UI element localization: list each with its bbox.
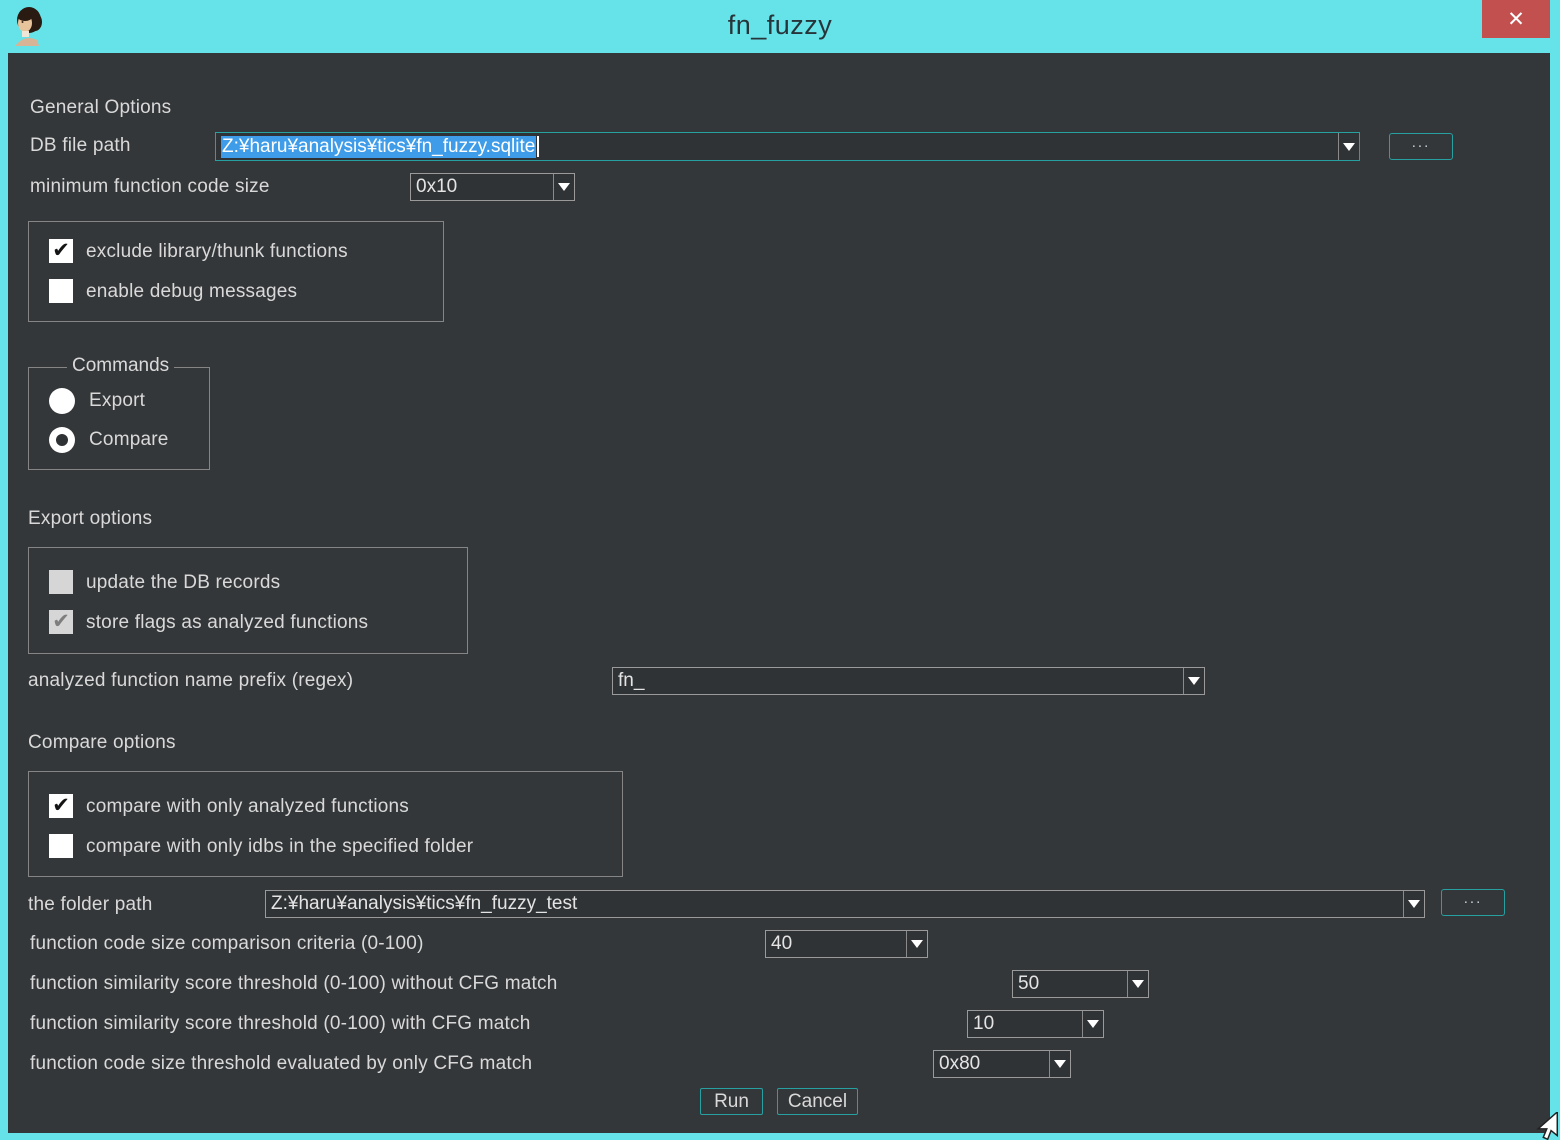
db-file-path-label: DB file path bbox=[30, 135, 131, 157]
folder-path-label: the folder path bbox=[28, 894, 152, 916]
criteria-0-value: 40 bbox=[766, 931, 906, 957]
store-flags-label[interactable]: store flags as analyzed functions bbox=[86, 612, 368, 634]
criteria-2-value: 10 bbox=[968, 1011, 1082, 1037]
dialog-content: General Options DB file path Z:¥haru¥ana… bbox=[8, 53, 1550, 1133]
min-function-size-label: minimum function code size bbox=[30, 176, 270, 198]
enable-debug-checkbox[interactable]: ✔ bbox=[49, 279, 73, 303]
chevron-down-icon bbox=[1087, 1020, 1099, 1028]
window-title: fn_fuzzy bbox=[0, 10, 1560, 41]
criteria-1-dropdown[interactable]: 50 bbox=[1012, 970, 1149, 998]
chevron-down-icon bbox=[1132, 980, 1144, 988]
criteria-0-dropdown-button[interactable] bbox=[906, 931, 927, 957]
general-options-heading: General Options bbox=[30, 97, 171, 119]
db-file-path-value[interactable]: Z:¥haru¥analysis¥tics¥fn_fuzzy.sqlite bbox=[221, 136, 536, 158]
enable-debug-label[interactable]: enable debug messages bbox=[86, 281, 297, 303]
criteria-3-label: function code size threshold evaluated b… bbox=[30, 1053, 532, 1075]
prefix-combobox[interactable]: fn_ bbox=[612, 667, 1205, 695]
mouse-cursor bbox=[1529, 1112, 1559, 1140]
exclude-library-label[interactable]: exclude library/thunk functions bbox=[86, 241, 348, 263]
compare-idbs-checkbox[interactable]: ✔ bbox=[49, 834, 73, 858]
prefix-value[interactable]: fn_ bbox=[613, 668, 1183, 694]
compare-options-group: ✔ compare with only analyzed functions ✔… bbox=[28, 771, 623, 877]
update-db-records-checkbox[interactable]: ✔ bbox=[49, 570, 73, 594]
commands-legend: Commands bbox=[67, 355, 174, 377]
db-file-path-combobox[interactable]: Z:¥haru¥analysis¥tics¥fn_fuzzy.sqlite bbox=[215, 132, 1360, 161]
criteria-1-label: function similarity score threshold (0-1… bbox=[30, 973, 558, 995]
compare-options-heading: Compare options bbox=[28, 732, 176, 754]
folder-path-value[interactable]: Z:¥haru¥analysis¥tics¥fn_fuzzy_test bbox=[266, 891, 1403, 917]
criteria-0-dropdown[interactable]: 40 bbox=[765, 930, 928, 958]
export-options-heading: Export options bbox=[28, 508, 152, 530]
chevron-down-icon bbox=[1408, 900, 1420, 908]
text-caret bbox=[537, 136, 539, 157]
criteria-1-value: 50 bbox=[1013, 971, 1127, 997]
compare-radio-label[interactable]: Compare bbox=[89, 429, 169, 451]
prefix-dropdown-button[interactable] bbox=[1183, 668, 1204, 694]
criteria-3-dropdown[interactable]: 0x80 bbox=[933, 1050, 1071, 1078]
close-button[interactable]: ✕ bbox=[1482, 0, 1550, 38]
commands-group: Commands Export Compare bbox=[28, 367, 210, 470]
criteria-1-dropdown-button[interactable] bbox=[1127, 971, 1148, 997]
chevron-down-icon bbox=[1188, 677, 1200, 685]
compare-analyzed-label[interactable]: compare with only analyzed functions bbox=[86, 796, 409, 818]
checkmark-icon: ✔ bbox=[52, 239, 70, 263]
dialog-window: fn_fuzzy ✕ General Options DB file path … bbox=[0, 0, 1560, 1140]
prefix-label: analyzed function name prefix (regex) bbox=[28, 670, 353, 692]
general-checkbox-group: ✔ exclude library/thunk functions ✔ enab… bbox=[28, 221, 444, 322]
export-radio[interactable] bbox=[49, 388, 75, 414]
db-file-path-dropdown-button[interactable] bbox=[1338, 133, 1359, 160]
chevron-down-icon bbox=[911, 940, 923, 948]
run-button[interactable]: Run bbox=[700, 1088, 763, 1115]
criteria-2-label: function similarity score threshold (0-1… bbox=[30, 1013, 531, 1035]
folder-browse-button[interactable]: ... bbox=[1441, 889, 1505, 916]
folder-path-combobox[interactable]: Z:¥haru¥analysis¥tics¥fn_fuzzy_test bbox=[265, 890, 1425, 918]
compare-analyzed-checkbox[interactable]: ✔ bbox=[49, 794, 73, 818]
folder-path-dropdown-button[interactable] bbox=[1403, 891, 1424, 917]
chevron-down-icon bbox=[1343, 143, 1355, 151]
store-flags-checkbox[interactable]: ✔ bbox=[49, 610, 73, 634]
criteria-2-dropdown-button[interactable] bbox=[1082, 1011, 1103, 1037]
checkmark-icon: ✔ bbox=[52, 794, 70, 818]
min-function-size-dropdown[interactable]: 0x10 bbox=[410, 173, 575, 201]
exclude-library-checkbox[interactable]: ✔ bbox=[49, 239, 73, 263]
criteria-3-value: 0x80 bbox=[934, 1051, 1049, 1077]
export-radio-label[interactable]: Export bbox=[89, 390, 145, 412]
compare-idbs-label[interactable]: compare with only idbs in the specified … bbox=[86, 836, 473, 858]
checkmark-icon: ✔ bbox=[52, 610, 70, 634]
min-function-size-value: 0x10 bbox=[411, 174, 553, 200]
close-icon: ✕ bbox=[1507, 7, 1525, 32]
export-options-group: ✔ update the DB records ✔ store flags as… bbox=[28, 547, 468, 654]
chevron-down-icon bbox=[1054, 1060, 1066, 1068]
compare-radio[interactable] bbox=[49, 427, 75, 453]
title-bar[interactable]: fn_fuzzy ✕ bbox=[0, 0, 1560, 53]
criteria-2-dropdown[interactable]: 10 bbox=[967, 1010, 1104, 1038]
criteria-0-label: function code size comparison criteria (… bbox=[30, 933, 424, 955]
cancel-button[interactable]: Cancel bbox=[777, 1088, 858, 1115]
db-path-browse-button[interactable]: ... bbox=[1389, 133, 1453, 160]
min-size-dropdown-button[interactable] bbox=[553, 174, 574, 200]
update-db-records-label[interactable]: update the DB records bbox=[86, 572, 280, 594]
chevron-down-icon bbox=[558, 183, 570, 191]
criteria-3-dropdown-button[interactable] bbox=[1049, 1051, 1070, 1077]
